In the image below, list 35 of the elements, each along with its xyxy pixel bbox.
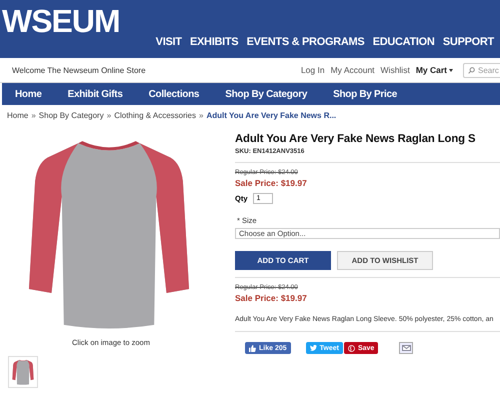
envelope-icon bbox=[402, 345, 411, 352]
account-link[interactable]: Wishlist bbox=[380, 65, 410, 75]
logo-text[interactable]: WSEUM bbox=[2, 5, 120, 37]
breadcrumb-link[interactable]: Clothing & Accessories bbox=[114, 110, 196, 120]
product-title: Adult You Are Very Fake News Raglan Long S bbox=[235, 133, 476, 145]
account-link[interactable]: Log In bbox=[300, 65, 325, 75]
account-link[interactable]: My Account bbox=[330, 65, 375, 75]
nav-link[interactable]: EXHIBITS bbox=[190, 36, 238, 48]
welcome-text: Welcome The Newseum Online Store bbox=[12, 66, 147, 74]
breadcrumb-link[interactable]: Home bbox=[7, 110, 28, 120]
breadcrumb-separator: » bbox=[199, 110, 204, 120]
category-link[interactable]: Shop By Price bbox=[333, 88, 397, 100]
search-field[interactable]: Searc bbox=[463, 62, 500, 78]
sale-price: Sale Price: $19.97 bbox=[235, 293, 307, 303]
breadcrumb-link[interactable]: Shop By Category bbox=[38, 110, 104, 120]
nav-link[interactable]: VISIT bbox=[156, 36, 182, 48]
category-link[interactable]: Exhibit Gifts bbox=[68, 88, 123, 100]
shirt-thumbnail-drawing bbox=[12, 359, 34, 385]
thumbs-up-icon bbox=[249, 344, 256, 352]
caret-icon bbox=[449, 68, 453, 72]
category-link[interactable]: Home bbox=[15, 88, 42, 100]
sale-price: Sale Price: $19.97 bbox=[235, 178, 307, 188]
breadcrumb-separator: » bbox=[31, 110, 36, 120]
category-link[interactable]: Shop By Category bbox=[225, 88, 308, 100]
nav-link[interactable]: EDUCATION bbox=[372, 36, 435, 48]
email-button[interactable] bbox=[399, 342, 414, 354]
breadcrumb-separator: » bbox=[106, 110, 112, 120]
breadcrumb-current: Adult You Are Very Fake News R... bbox=[206, 110, 336, 120]
bird-icon bbox=[310, 345, 317, 352]
category-link[interactable]: Collections bbox=[148, 88, 200, 100]
thumbnail[interactable] bbox=[8, 356, 38, 388]
nav-link[interactable]: EVENTS & PROGRAMS bbox=[246, 36, 364, 48]
cart-link[interactable]: My Cart bbox=[416, 65, 453, 75]
nav-link[interactable]: SUPPORT bbox=[442, 36, 494, 48]
pin-icon bbox=[348, 344, 355, 352]
